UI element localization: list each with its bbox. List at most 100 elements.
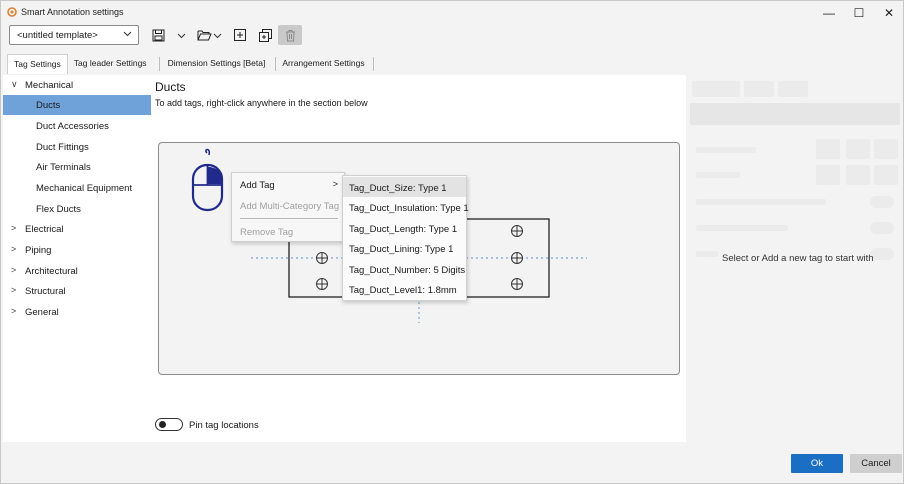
ghost-button: [846, 139, 870, 159]
template-value: <untitled template>: [17, 30, 98, 41]
chevron-down-icon[interactable]: ∨: [11, 79, 18, 90]
chevron-down-icon: [177, 33, 185, 38]
ghost-toggle: [870, 248, 894, 260]
tree-item-general[interactable]: > General: [3, 302, 151, 322]
ghost-tab: [692, 81, 740, 97]
tree-item-label: Piping: [25, 245, 52, 256]
menu-divider: [240, 218, 338, 219]
pin-tag-locations-label: Pin tag locations: [189, 420, 259, 431]
ghost-label: [696, 199, 826, 205]
section-title: Ducts: [155, 80, 186, 94]
minimize-button[interactable]: —: [814, 3, 844, 23]
chevron-right-icon[interactable]: >: [11, 306, 16, 316]
tree-item-label: Air Terminals: [36, 162, 91, 173]
close-button[interactable]: ✕: [874, 3, 904, 23]
submenu-item-duct-lining[interactable]: Tag_Duct_Lining: Type 1: [343, 238, 466, 258]
add-square-icon: [234, 29, 246, 41]
ghost-toggle: [870, 196, 894, 208]
context-menu: Add Tag > Add Multi-Category Tag Remove …: [231, 172, 345, 242]
empty-state-message: Select or Add a new tag to start with: [722, 253, 874, 264]
ghost-button: [816, 165, 840, 185]
ghost-button: [816, 139, 840, 159]
tree-item-label: Flex Ducts: [36, 204, 81, 215]
ghost-dropdown: [690, 103, 900, 125]
ghost-label: [696, 251, 718, 257]
tree-item-label: Mechanical Equipment: [36, 183, 133, 194]
app-logo-icon: [7, 7, 17, 17]
submenu-item-duct-number[interactable]: Tag_Duct_Number: 5 Digits: [343, 259, 466, 279]
menu-item-label: Tag_Duct_Size: Type 1: [349, 183, 447, 194]
pin-tag-locations-toggle[interactable]: [155, 418, 183, 431]
template-dropdown[interactable]: <untitled template>: [9, 25, 139, 45]
tab-divider: [275, 57, 277, 71]
add-multiple-button[interactable]: [256, 26, 274, 44]
tree-item-air-terminals[interactable]: Air Terminals: [3, 157, 151, 177]
section-hint: To add tags, right-click anywhere in the…: [155, 98, 368, 108]
menu-item-add-multi-category-tag[interactable]: Add Multi-Category Tag: [232, 195, 344, 215]
menu-item-label: Remove Tag: [240, 227, 294, 238]
ghost-button: [874, 165, 898, 185]
menu-item-label: Tag_Duct_Insulation: Type 1: [349, 203, 469, 214]
ok-button[interactable]: Ok: [791, 454, 843, 473]
save-options-button[interactable]: [174, 26, 188, 44]
menu-item-label: Tag_Duct_Number: 5 Digits: [349, 265, 466, 276]
ghost-tab: [778, 81, 808, 97]
chevron-down-icon: [123, 29, 132, 40]
tree-item-duct-accessories[interactable]: Duct Accessories: [3, 116, 151, 136]
tag-properties-panel: Select or Add a new tag to start with: [688, 75, 903, 442]
menu-item-remove-tag[interactable]: Remove Tag: [232, 221, 344, 241]
tab-dimension-settings[interactable]: Dimension Settings [Beta]: [168, 54, 272, 74]
tree-item-piping[interactable]: > Piping: [3, 240, 151, 260]
delete-button[interactable]: [278, 25, 302, 45]
tree-item-label: Duct Fittings: [36, 142, 89, 153]
submenu-item-duct-level[interactable]: Tag_Duct_Level1: 1.8mm: [343, 279, 466, 299]
menu-item-label: Tag_Duct_Level1: 1.8mm: [349, 285, 457, 296]
tree-item-mechanical-equipment[interactable]: Mechanical Equipment: [3, 178, 151, 198]
smart-annotation-window: Smart Annotation settings — ☐ ✕ <untitle…: [0, 0, 904, 484]
mouse-right-click-icon: [191, 148, 224, 212]
open-button[interactable]: [195, 26, 223, 44]
window-title: Smart Annotation settings: [21, 7, 124, 17]
trash-icon: [285, 29, 295, 41]
submenu-item-duct-length[interactable]: Tag_Duct_Length: Type 1: [343, 218, 466, 238]
tree-item-electrical[interactable]: > Electrical: [3, 219, 151, 239]
maximize-button[interactable]: ☐: [844, 3, 874, 23]
add-tag-submenu: Tag_Duct_Size: Type 1 Tag_Duct_Insulatio…: [342, 175, 469, 301]
cancel-button[interactable]: Cancel: [850, 454, 902, 473]
tree-item-mechanical[interactable]: ∨ Mechanical: [3, 75, 151, 95]
tab-arrangement-settings[interactable]: Arrangement Settings: [282, 54, 370, 74]
submenu-item-duct-insulation[interactable]: Tag_Duct_Insulation: Type 1: [343, 197, 469, 217]
tab-divider: [372, 57, 374, 71]
menu-item-add-tag[interactable]: Add Tag >: [232, 174, 344, 194]
ghost-tab: [744, 81, 774, 97]
add-button[interactable]: [232, 26, 248, 44]
tree-item-label: Architectural: [25, 266, 78, 277]
folder-open-icon: [197, 30, 212, 41]
title-bar: Smart Annotation settings — ☐ ✕: [1, 1, 903, 25]
tree-item-label: Structural: [25, 286, 66, 297]
tab-tag-settings[interactable]: Tag Settings: [7, 54, 68, 74]
menu-item-label: Add Multi-Category Tag: [240, 201, 340, 212]
tree-item-duct-fittings[interactable]: Duct Fittings: [3, 137, 151, 157]
tree-item-structural[interactable]: > Structural: [3, 281, 151, 301]
ghost-button: [846, 165, 870, 185]
ghost-label: [696, 147, 756, 153]
toggle-knob: [159, 421, 166, 428]
chevron-right-icon[interactable]: >: [11, 265, 16, 275]
tab-tag-leader-settings[interactable]: Tag leader Settings: [68, 54, 153, 74]
submenu-item-duct-size[interactable]: Tag_Duct_Size: Type 1: [343, 177, 466, 197]
tree-item-flex-ducts[interactable]: Flex Ducts: [3, 199, 151, 219]
tree-item-label: General: [25, 307, 59, 318]
tree-item-ducts[interactable]: Ducts: [3, 95, 151, 115]
settings-tabs: Tag Settings Tag leader Settings Dimensi…: [7, 54, 382, 74]
tree-item-label: Duct Accessories: [36, 121, 109, 132]
chevron-right-icon[interactable]: >: [11, 244, 16, 254]
chevron-right-icon[interactable]: >: [11, 285, 16, 295]
chevron-right-icon: >: [332, 179, 338, 189]
menu-item-label: Tag_Duct_Lining: Type 1: [349, 244, 454, 255]
category-tree: ∨ Mechanical Ducts Duct Accessories Duct…: [3, 75, 151, 442]
tree-item-architectural[interactable]: > Architectural: [3, 261, 151, 281]
save-button[interactable]: [150, 26, 166, 44]
chevron-right-icon[interactable]: >: [11, 223, 16, 233]
save-icon: [152, 29, 164, 41]
